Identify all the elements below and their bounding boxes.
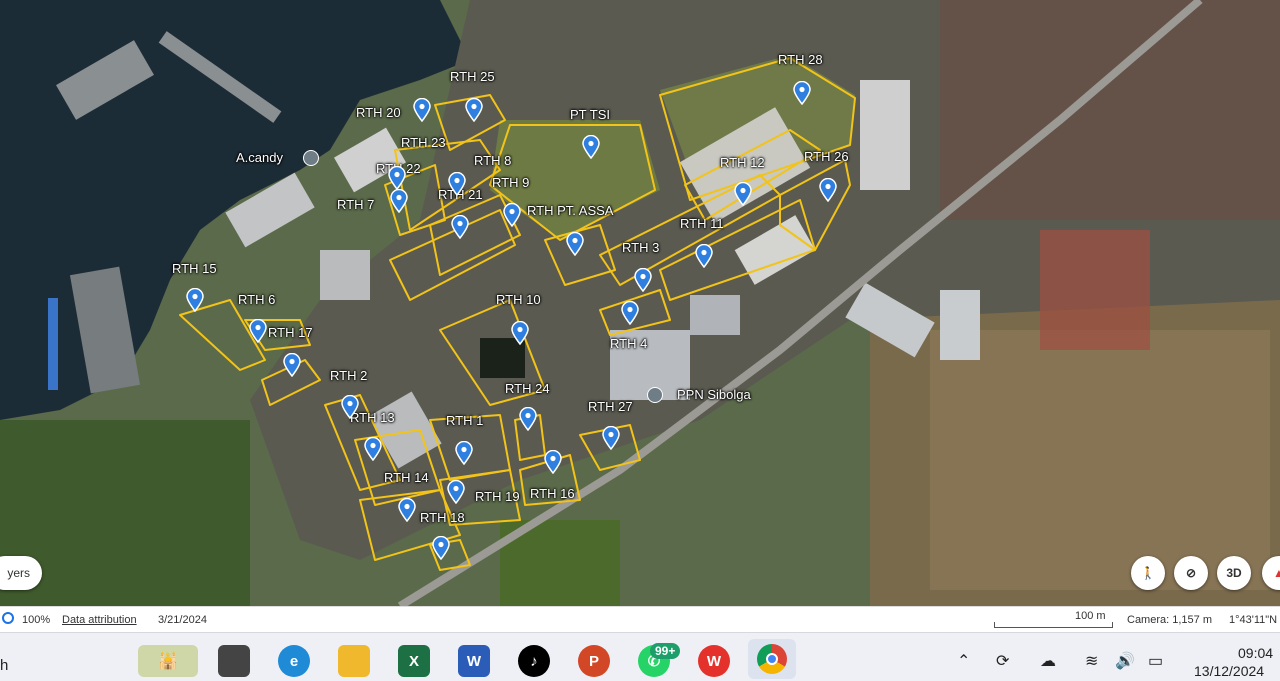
rth-label: RTH 28 (778, 52, 823, 67)
sync-icon[interactable]: ⟳ (996, 651, 1009, 671)
location-pin-icon[interactable] (510, 321, 530, 345)
rth-label: RTH 23 (401, 135, 446, 150)
location-pin-icon[interactable] (387, 166, 407, 190)
rth-label: RTH 25 (450, 69, 495, 84)
location-pin-icon[interactable] (431, 536, 451, 560)
wifi-icon[interactable]: ≋ (1085, 651, 1098, 671)
rth-label: RTH 2 (330, 368, 368, 383)
excel-icon[interactable]: X (398, 645, 430, 677)
rth-label: RTH 3 (622, 240, 660, 255)
rth-label: RTH 8 (474, 153, 512, 168)
location-pin-icon[interactable] (502, 203, 522, 227)
rth-label: RTH 27 (588, 399, 633, 414)
scale-bar (994, 622, 1113, 628)
location-pin-icon[interactable] (818, 178, 838, 202)
battery-icon[interactable]: ▭ (1148, 651, 1163, 671)
location-pin-icon[interactable] (248, 319, 268, 343)
compass-icon[interactable]: ⊘ (1174, 556, 1208, 590)
location-pin-icon[interactable] (694, 244, 714, 268)
building-icon[interactable] (647, 387, 663, 403)
location-pin-icon[interactable] (633, 268, 653, 292)
task-view-icon[interactable] (218, 645, 250, 677)
rth-label: RTH 7 (337, 197, 375, 212)
rth-label: RTH 14 (384, 470, 429, 485)
location-pin-icon[interactable] (447, 172, 467, 196)
rth-label: RTH 4 (610, 336, 648, 351)
location-pin-icon[interactable] (446, 480, 466, 504)
camera-altitude: Camera: 1,157 m (1127, 614, 1212, 626)
rth-label: RTH 20 (356, 105, 401, 120)
location-pin-icon[interactable] (565, 232, 585, 256)
imagery-date: 3/21/2024 (158, 614, 207, 626)
rth-label: RTH 10 (496, 292, 541, 307)
file-explorer-icon[interactable] (338, 645, 370, 677)
satellite-map[interactable]: RTH 25 RTH 20 RTH 23 RTH 8 RTH 22 RTH 9 RTH 21… (0, 0, 1280, 606)
rth-label: RTH 12 (720, 155, 765, 170)
clock-time[interactable]: 09:04 (1238, 645, 1273, 661)
rth-label: RTH 24 (505, 381, 550, 396)
scale-label: 100 m (1075, 610, 1106, 622)
rth-label: RTH 11 (680, 216, 724, 231)
place-label[interactable]: PPN Sibolga (677, 388, 751, 402)
rth-label: RTH 1 (446, 413, 484, 428)
location-pin-icon[interactable] (412, 98, 432, 122)
location-pin-icon[interactable] (363, 437, 383, 461)
place-label[interactable]: A.candy (236, 151, 283, 165)
layers-button[interactable]: yers (0, 556, 42, 590)
rth-label: RTH PT. ASSA (527, 203, 614, 218)
rth-label: RTH 9 (492, 175, 530, 190)
rth-label: PT TSI (570, 107, 610, 122)
rth-label: RTH 15 (172, 261, 217, 276)
layers-label: yers (7, 566, 30, 580)
location-pin-icon[interactable] (518, 407, 538, 431)
word-icon[interactable]: W (458, 645, 490, 677)
wps-icon[interactable]: W (698, 645, 730, 677)
location-pin-icon[interactable] (397, 498, 417, 522)
rth-label: RTH 17 (268, 325, 313, 340)
loading-circle-icon (2, 612, 14, 624)
mosque-widget-icon[interactable]: 🕌 (138, 645, 198, 677)
rth-label: RTH 19 (475, 489, 520, 504)
clock-date[interactable]: 13/12/2024 (1194, 663, 1264, 679)
taskbar: h 🕌 e X W ♪ P ✆ 99+ W ⌃ ⟳ ☁ ≋ 🔊 ▭ 09:04 … (0, 632, 1280, 681)
location-pin-icon[interactable] (601, 426, 621, 450)
store-icon[interactable] (303, 150, 319, 166)
location-pin-icon[interactable] (450, 215, 470, 239)
cloud-off-icon[interactable]: ☁ (1040, 651, 1056, 671)
pegman-icon[interactable]: 🚶 (1131, 556, 1165, 590)
3d-button[interactable]: 3D (1217, 556, 1251, 590)
rth-label: RTH 18 (420, 510, 465, 525)
location-pin-icon[interactable] (543, 450, 563, 474)
chevron-up-icon[interactable]: ⌃ (957, 651, 970, 671)
location-pin-icon[interactable] (733, 182, 753, 206)
location-pin-icon[interactable] (340, 395, 360, 419)
location-pin-icon[interactable] (620, 301, 640, 325)
search-box[interactable]: h (0, 657, 8, 674)
edge-icon[interactable]: e (278, 645, 310, 677)
rth-label: RTH 26 (804, 149, 849, 164)
chrome-icon[interactable] (748, 639, 796, 679)
rth-label: RTH 16 (530, 486, 575, 501)
tiktok-icon[interactable]: ♪ (518, 645, 550, 677)
rth-label: RTH 6 (238, 292, 276, 307)
coordinates: 1°43'11"N (1229, 614, 1278, 626)
location-pin-icon[interactable] (792, 81, 812, 105)
powerpoint-icon[interactable]: P (578, 645, 610, 677)
location-pin-icon[interactable] (464, 98, 484, 122)
data-attribution-link[interactable]: Data attribution (62, 614, 137, 626)
location-pin-icon[interactable] (389, 189, 409, 213)
location-pin-icon[interactable] (282, 353, 302, 377)
whatsapp-badge: 99+ (650, 643, 681, 659)
location-pin-icon[interactable] (454, 441, 474, 465)
status-bar: 100% Data attribution 3/21/2024 100 m Ca… (0, 606, 1280, 633)
location-pin-icon[interactable] (185, 288, 205, 312)
volume-icon[interactable]: 🔊 (1115, 651, 1135, 671)
zoom-level: 100% (22, 614, 51, 626)
location-pin-icon[interactable] (581, 135, 601, 159)
